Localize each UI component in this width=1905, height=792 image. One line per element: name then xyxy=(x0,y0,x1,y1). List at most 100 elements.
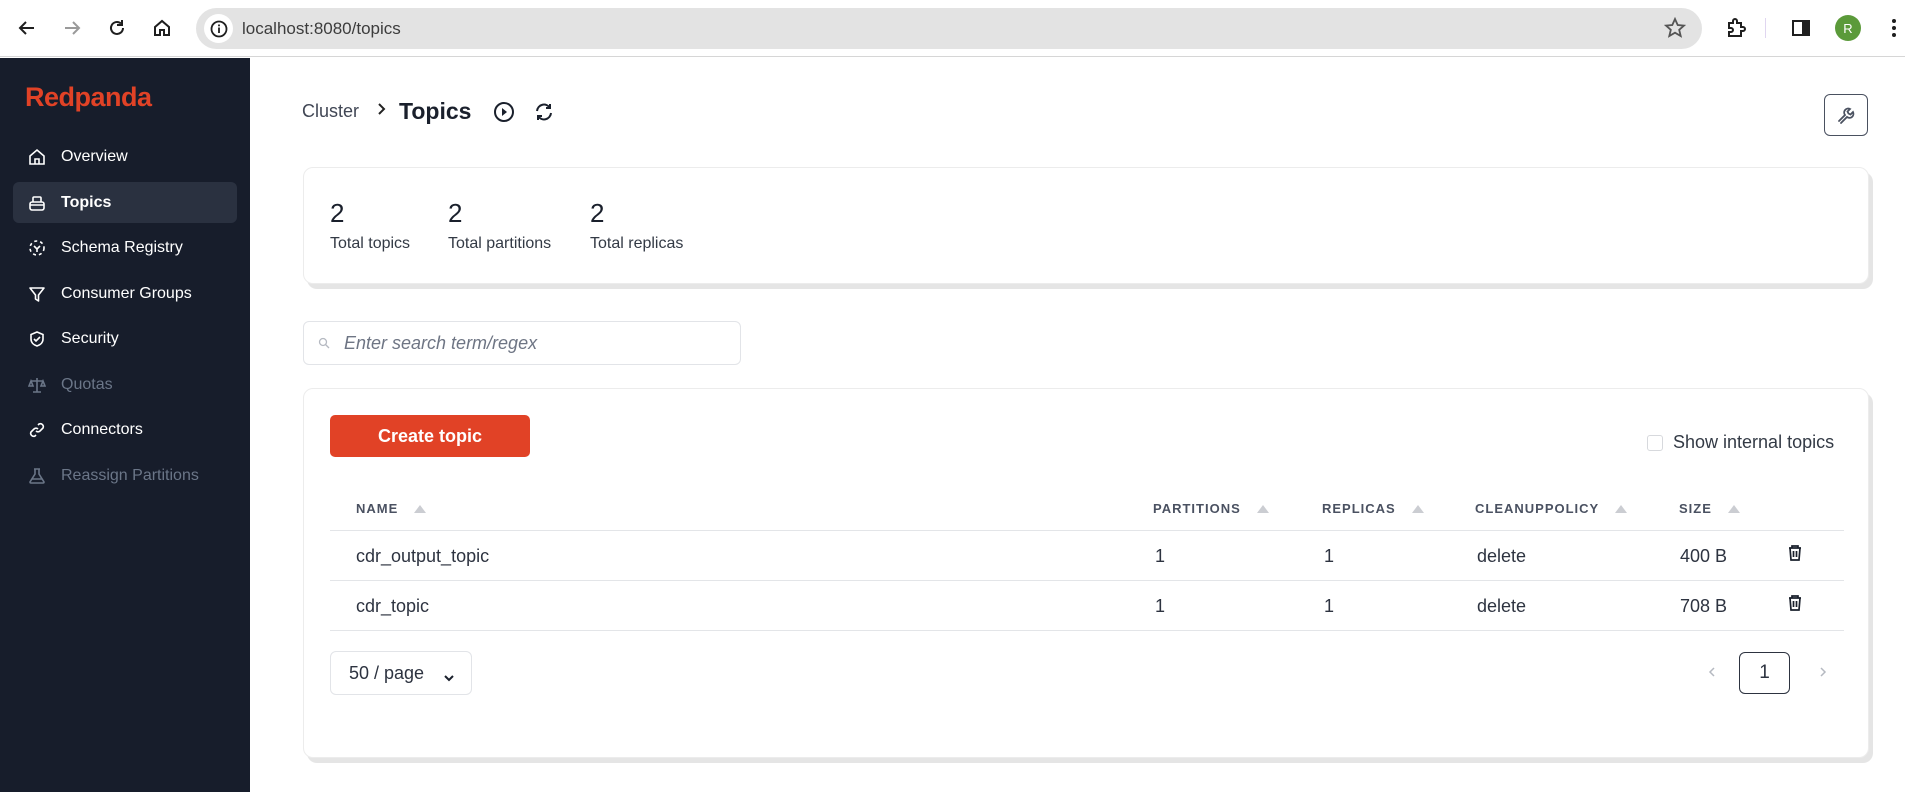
sort-icon xyxy=(414,504,427,513)
current-page-button[interactable]: 1 xyxy=(1739,652,1790,694)
show-internal-topics-label: Show internal topics xyxy=(1673,432,1835,452)
main-content: Cluster Topics 2 Total topics 2 Total pa… xyxy=(250,58,1905,792)
next-page-button[interactable] xyxy=(1819,665,1827,683)
beaker-icon xyxy=(27,466,47,486)
sidebar-item-label: Quotas xyxy=(61,375,113,393)
table-row[interactable]: cdr_topic 1 1 delete 708 B xyxy=(330,581,1844,631)
sidebar-item-topics[interactable]: Topics xyxy=(13,182,237,223)
arrow-left-icon xyxy=(18,21,34,35)
stat-label: Total topics xyxy=(330,235,411,252)
play-circle-icon[interactable] xyxy=(493,101,515,123)
column-header-name[interactable]: NAME xyxy=(356,501,427,516)
delete-topic-icon[interactable] xyxy=(1787,594,1803,617)
back-button[interactable] xyxy=(13,14,41,42)
table-header: NAME PARTITIONS REPLICAS CLEANUPPOLICY S… xyxy=(330,489,1844,531)
arrow-right-icon xyxy=(65,21,81,35)
stat-total-partitions: 2 Total partitions xyxy=(448,198,551,253)
developer-tools-button[interactable] xyxy=(1824,94,1868,136)
sidebar-item-consumer-groups[interactable]: Consumer Groups xyxy=(13,273,237,314)
site-info-icon[interactable] xyxy=(204,14,233,43)
side-panel-icon xyxy=(1792,20,1810,36)
address-bar[interactable]: localhost:8080/topics xyxy=(196,8,1702,49)
sort-icon xyxy=(1727,504,1740,513)
search-input[interactable] xyxy=(344,332,724,354)
column-header-label: REPLICAS xyxy=(1322,501,1396,516)
sort-icon xyxy=(1256,504,1269,513)
extensions-button[interactable] xyxy=(1722,14,1750,42)
sidebar-item-label: Connectors xyxy=(61,420,143,438)
funnel-icon xyxy=(27,284,47,304)
column-header-replicas[interactable]: REPLICAS xyxy=(1322,501,1424,516)
breadcrumb: Cluster Topics xyxy=(302,98,573,125)
previous-page-button[interactable] xyxy=(1708,665,1716,683)
chevron-left-icon xyxy=(1708,667,1715,677)
topics-table-card: Create topic Show internal topics NAME P… xyxy=(303,388,1869,758)
sort-icon xyxy=(1615,504,1628,513)
page-size-select[interactable]: 50 / page xyxy=(330,651,472,695)
table-row[interactable]: cdr_output_topic 1 1 delete 400 B xyxy=(330,531,1844,581)
bookmark-star-icon[interactable] xyxy=(1663,16,1687,44)
page-title: Topics xyxy=(399,98,472,124)
redpanda-logo[interactable]: Redpanda xyxy=(25,82,152,113)
browser-toolbar: localhost:8080/topics R xyxy=(0,0,1905,57)
home-icon xyxy=(154,19,170,36)
topic-cleanup-policy: delete xyxy=(1477,596,1527,616)
sidebar-item-label: Consumer Groups xyxy=(61,284,192,302)
sidebar-item-schema-registry[interactable]: Schema Registry xyxy=(13,227,237,268)
kebab-menu-icon xyxy=(1892,19,1896,37)
search-box xyxy=(303,321,741,365)
reload-button[interactable] xyxy=(103,14,131,42)
link-icon xyxy=(27,420,47,440)
refresh-icon[interactable] xyxy=(533,101,555,123)
stat-total-topics: 2 Total topics xyxy=(330,198,410,253)
chevron-right-icon xyxy=(377,102,387,121)
sidebar-item-security[interactable]: Security xyxy=(13,318,237,359)
url-text[interactable]: localhost:8080/topics xyxy=(242,19,401,39)
sidebar-item-label: Schema Registry xyxy=(61,238,183,256)
wrench-icon xyxy=(1838,107,1855,124)
sidebar-item-reassign-partitions[interactable]: Reassign Partitions xyxy=(13,455,237,496)
column-header-cleanuppolicy[interactable]: CLEANUPPOLICY xyxy=(1475,501,1628,516)
stat-total-replicas: 2 Total replicas xyxy=(590,198,683,253)
column-header-label: NAME xyxy=(356,501,399,516)
stat-value: 2 xyxy=(590,198,605,228)
column-header-size[interactable]: SIZE xyxy=(1679,501,1740,516)
chevron-right-icon xyxy=(1820,667,1827,677)
topic-name[interactable]: cdr_output_topic xyxy=(356,546,489,567)
stat-value: 2 xyxy=(330,198,345,228)
scale-icon xyxy=(27,375,47,395)
sidebar-item-overview[interactable]: Overview xyxy=(13,136,237,177)
show-internal-topics-toggle[interactable]: Show internal topics xyxy=(1647,432,1834,453)
stat-label: Total partitions xyxy=(448,235,552,252)
schema-icon xyxy=(27,238,47,258)
forward-button[interactable] xyxy=(58,14,86,42)
topic-replicas: 1 xyxy=(1324,596,1335,616)
column-header-label: SIZE xyxy=(1679,501,1712,516)
topic-partitions: 1 xyxy=(1155,546,1166,566)
breadcrumb-cluster-link[interactable]: Cluster xyxy=(302,101,359,122)
column-header-label: CLEANUPPOLICY xyxy=(1475,501,1600,516)
sidebar-item-label: Topics xyxy=(61,193,112,211)
stat-label: Total replicas xyxy=(590,235,684,252)
sidebar-item-label: Security xyxy=(61,329,119,347)
sidebar: Redpanda Overview Topics Schema Registry… xyxy=(0,58,250,792)
chevron-down-icon xyxy=(443,667,455,688)
toolbar-divider xyxy=(1765,18,1766,38)
show-internal-topics-checkbox[interactable] xyxy=(1647,434,1663,451)
column-header-partitions[interactable]: PARTITIONS xyxy=(1153,501,1269,516)
stat-value: 2 xyxy=(448,198,463,228)
sort-icon xyxy=(1411,504,1424,513)
profile-avatar[interactable]: R xyxy=(1835,15,1861,41)
side-panel-button[interactable] xyxy=(1787,14,1815,42)
delete-topic-icon[interactable] xyxy=(1787,544,1803,567)
puzzle-icon xyxy=(1728,18,1746,37)
home-icon xyxy=(27,147,47,167)
topic-size: 708 B xyxy=(1680,596,1728,616)
topic-name[interactable]: cdr_topic xyxy=(356,596,429,617)
create-topic-button[interactable]: Create topic xyxy=(330,415,530,457)
sidebar-item-quotas[interactable]: Quotas xyxy=(13,364,237,405)
sidebar-item-connectors[interactable]: Connectors xyxy=(13,409,237,450)
browser-menu-button[interactable] xyxy=(1880,14,1905,42)
home-button[interactable] xyxy=(148,14,176,42)
topic-partitions: 1 xyxy=(1155,596,1166,616)
